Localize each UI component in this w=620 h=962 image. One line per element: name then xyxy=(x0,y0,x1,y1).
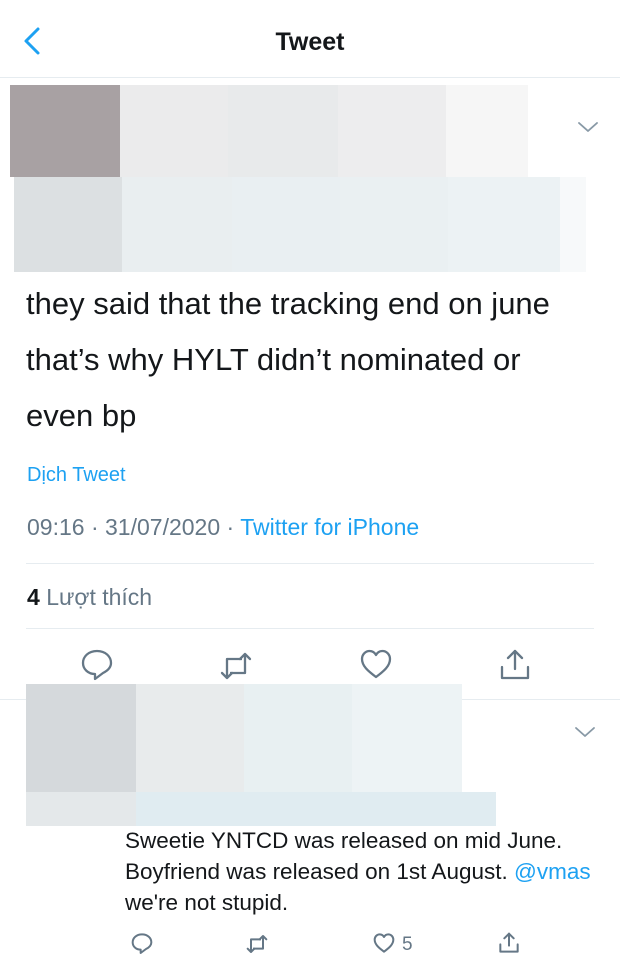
likes-summary[interactable]: 4 Lượt thích xyxy=(27,584,152,611)
share-button[interactable] xyxy=(497,647,533,683)
reply-icon xyxy=(131,933,153,954)
reply-text-part: we're not stupid. xyxy=(125,890,289,915)
share-button[interactable] xyxy=(497,931,521,955)
divider xyxy=(26,628,594,629)
reply-button[interactable] xyxy=(79,646,115,682)
likes-count: 4 xyxy=(27,584,40,610)
divider xyxy=(26,563,594,564)
like-icon xyxy=(373,933,395,953)
tweet-options-button[interactable] xyxy=(577,120,599,134)
tweet-source-link[interactable]: Twitter for iPhone xyxy=(240,514,419,540)
page-title: Tweet xyxy=(275,28,345,56)
like-count: 5 xyxy=(402,934,413,955)
reply-button[interactable] xyxy=(130,931,154,955)
retweet-icon xyxy=(246,935,268,953)
reply-icon xyxy=(81,649,113,681)
tweet-text: they said that the tracking end on june … xyxy=(26,286,550,433)
reply-text-part: Sweetie YNTCD was released on mid June. … xyxy=(125,828,563,884)
translate-tweet-link[interactable]: Dịch Tweet xyxy=(27,464,126,487)
like-button[interactable] xyxy=(372,931,396,955)
tweet-metadata: 09:16 · 31/07/2020 · Twitter for iPhone xyxy=(27,514,420,540)
chevron-down-icon xyxy=(575,727,595,737)
like-icon xyxy=(360,649,392,679)
likes-label: Lượt thích xyxy=(46,584,153,610)
chevron-down-icon xyxy=(578,122,598,132)
tweet-date: 31/07/2020 xyxy=(105,514,221,540)
like-button[interactable] xyxy=(358,646,394,682)
share-icon xyxy=(500,649,530,680)
reply-text: Sweetie YNTCD was released on mid June. … xyxy=(125,825,595,918)
reply-options-button[interactable] xyxy=(574,725,596,739)
retweet-icon xyxy=(220,652,252,680)
mention-link[interactable]: @vmas xyxy=(514,859,591,884)
retweet-button[interactable] xyxy=(218,648,254,684)
share-icon xyxy=(499,932,519,953)
retweet-button[interactable] xyxy=(245,932,269,956)
top-nav-bar: Tweet xyxy=(0,0,620,78)
tweet-time: 09:16 xyxy=(27,514,85,540)
